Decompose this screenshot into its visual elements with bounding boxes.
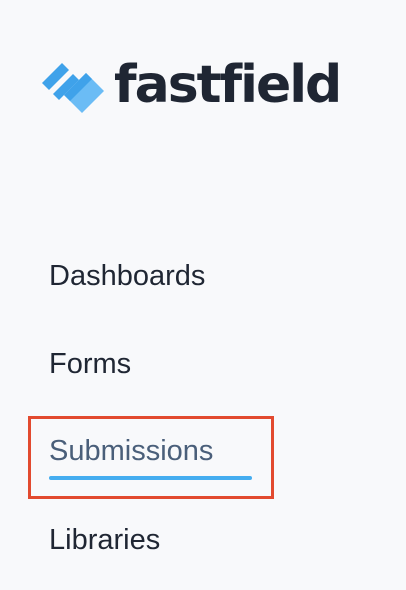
nav-item-dashboards[interactable]: Dashboards (49, 262, 205, 291)
nav-item-libraries[interactable]: Libraries (49, 526, 160, 555)
nav-item-submissions[interactable]: Submissions (49, 437, 213, 466)
active-nav-underline (49, 476, 252, 480)
nav-item-forms[interactable]: Forms (49, 350, 131, 379)
main-nav: Dashboards Forms Submissions Libraries (0, 0, 406, 590)
